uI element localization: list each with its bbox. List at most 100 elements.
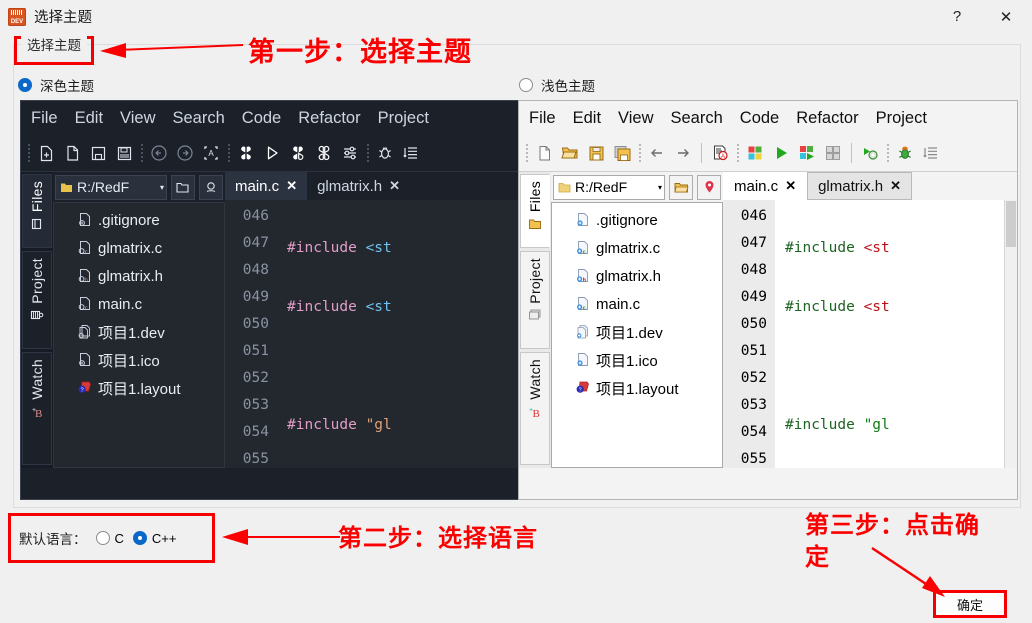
dark-theme-preview[interactable]: File Edit View Search Code Refactor Proj… [20, 100, 520, 500]
indent-icon[interactable] [919, 141, 943, 165]
open-file-icon[interactable] [60, 141, 84, 165]
open-folder-icon[interactable] [171, 174, 195, 200]
lang-cpp-radio[interactable] [132, 531, 147, 545]
save-icon[interactable] [86, 141, 110, 165]
list-item[interactable]: h glmatrix.h [54, 262, 224, 290]
light-theme-radio[interactable] [519, 78, 533, 92]
list-item[interactable]: 项目1.dev [54, 318, 224, 346]
editor-scrollbar[interactable] [1004, 200, 1017, 468]
file-list[interactable]: .gitignore c glmatrix.c h glmatrix.h c m… [53, 202, 225, 468]
file-list[interactable]: .gitignore c glmatrix.c h glmatrix.h c m… [551, 202, 723, 468]
lang-c-option[interactable]: C [95, 531, 124, 546]
list-item[interactable]: ? 项目1.layout [552, 374, 722, 402]
menu-search[interactable]: Search [671, 109, 723, 128]
code-lines[interactable]: #include <st #include <st #include "gl #… [277, 200, 519, 468]
ok-button[interactable]: 确定 [935, 592, 1005, 616]
menu-refactor[interactable]: Refactor [796, 109, 858, 128]
close-button[interactable]: ✕ [980, 0, 1032, 33]
project-path-combo[interactable]: R:/RedF ▾ [553, 174, 665, 200]
list-item[interactable]: .gitignore [54, 206, 224, 234]
debug-icon[interactable] [893, 141, 917, 165]
options-icon[interactable] [858, 141, 882, 165]
close-icon[interactable]: ✕ [890, 178, 901, 194]
options-icon[interactable] [338, 141, 362, 165]
back-arrow-icon[interactable] [147, 141, 171, 165]
compile-run-icon[interactable] [795, 141, 819, 165]
compile-icon[interactable] [234, 141, 258, 165]
sidebar-tabs[interactable]: Files Project Watch + B [519, 172, 551, 468]
menu-project[interactable]: Project [876, 109, 927, 128]
open-file-icon[interactable] [558, 141, 582, 165]
menu-file[interactable]: File [529, 109, 556, 128]
help-button[interactable]: ? [934, 0, 980, 33]
sidebar-tabs[interactable]: Files Project Watch + B [21, 172, 53, 468]
lang-c-radio[interactable] [95, 531, 110, 545]
list-item[interactable]: c glmatrix.c [54, 234, 224, 262]
menu-bar[interactable]: File Edit View Search Code Refactor Proj… [519, 101, 1017, 135]
sidebar-tab-watch[interactable]: Watch + B [22, 352, 52, 465]
compile-icon[interactable] [743, 141, 767, 165]
editor-tab-main-c[interactable]: main.c ✕ [225, 172, 308, 200]
lang-cpp-option[interactable]: C++ [132, 531, 176, 546]
sidebar-tab-watch[interactable]: Watch + B [520, 352, 550, 465]
rebuild-icon[interactable] [821, 141, 845, 165]
menu-code[interactable]: Code [242, 109, 281, 128]
menu-project[interactable]: Project [378, 109, 429, 128]
open-folder-icon[interactable] [669, 174, 693, 200]
list-item[interactable]: c main.c [552, 290, 722, 318]
new-file-icon[interactable] [34, 141, 58, 165]
list-item[interactable]: c main.c [54, 290, 224, 318]
new-file-icon[interactable] [532, 141, 556, 165]
chevron-down-icon[interactable]: ▾ [160, 183, 164, 192]
project-path-combo[interactable]: R:/RedF ▾ [55, 174, 167, 200]
sidebar-tab-files[interactable]: Files [22, 174, 52, 248]
list-item[interactable]: h glmatrix.h [552, 262, 722, 290]
list-item[interactable]: ? 项目1.layout [54, 374, 224, 402]
menu-edit[interactable]: Edit [75, 109, 103, 128]
menu-refactor[interactable]: Refactor [298, 109, 360, 128]
code-area[interactable]: 046 047 048 049 050 051 052 053 054 055 … [225, 200, 519, 468]
list-item[interactable]: c glmatrix.c [552, 234, 722, 262]
menu-view[interactable]: View [618, 109, 653, 128]
find-icon[interactable]: A [199, 141, 223, 165]
compile-run-icon[interactable] [286, 141, 310, 165]
editor-tab-glmatrix-h[interactable]: glmatrix.h ✕ [807, 172, 913, 200]
editor-tab-bar[interactable]: main.c ✕ glmatrix.h ✕ [723, 172, 1017, 200]
save-all-icon[interactable] [610, 141, 634, 165]
editor-tab-glmatrix-h[interactable]: glmatrix.h ✕ [307, 172, 411, 200]
locate-icon[interactable] [697, 174, 721, 200]
debug-icon[interactable] [373, 141, 397, 165]
sidebar-tab-files[interactable]: Files [520, 174, 550, 248]
tool-bar[interactable]: A [21, 135, 519, 172]
run-icon[interactable] [260, 141, 284, 165]
indent-icon[interactable] [399, 141, 423, 165]
find-icon[interactable]: A [708, 141, 732, 165]
editor-tab-bar[interactable]: main.c ✕ glmatrix.h ✕ [225, 172, 519, 200]
code-area[interactable]: 046 047 048 049 050 051 052 053 054 055 … [723, 200, 1017, 468]
menu-code[interactable]: Code [740, 109, 779, 128]
close-icon[interactable]: ✕ [389, 178, 400, 194]
chevron-down-icon[interactable]: ▾ [658, 183, 662, 192]
light-theme-radio-row[interactable]: 浅色主题 [519, 75, 595, 95]
back-arrow-icon[interactable] [645, 141, 669, 165]
menu-file[interactable]: File [31, 109, 58, 128]
close-icon[interactable]: ✕ [785, 178, 796, 194]
forward-arrow-icon[interactable] [173, 141, 197, 165]
forward-arrow-icon[interactable] [671, 141, 695, 165]
list-item[interactable]: 项目1.dev [552, 318, 722, 346]
run-icon[interactable] [769, 141, 793, 165]
sidebar-tab-project[interactable]: Project [520, 250, 550, 349]
save-icon[interactable] [584, 141, 608, 165]
list-item[interactable]: 项目1.ico [552, 346, 722, 374]
menu-search[interactable]: Search [173, 109, 225, 128]
menu-bar[interactable]: File Edit View Search Code Refactor Proj… [21, 101, 519, 135]
sidebar-tab-project[interactable]: Project [22, 250, 52, 349]
rebuild-icon[interactable] [312, 141, 336, 165]
locate-icon[interactable] [199, 174, 223, 200]
dark-theme-radio-row[interactable]: 深色主题 [18, 75, 94, 95]
light-theme-preview[interactable]: File Edit View Search Code Refactor Proj… [518, 100, 1018, 500]
dark-theme-radio[interactable] [18, 78, 32, 92]
menu-view[interactable]: View [120, 109, 155, 128]
save-all-icon[interactable] [112, 141, 136, 165]
tool-bar[interactable]: A [519, 135, 1017, 172]
